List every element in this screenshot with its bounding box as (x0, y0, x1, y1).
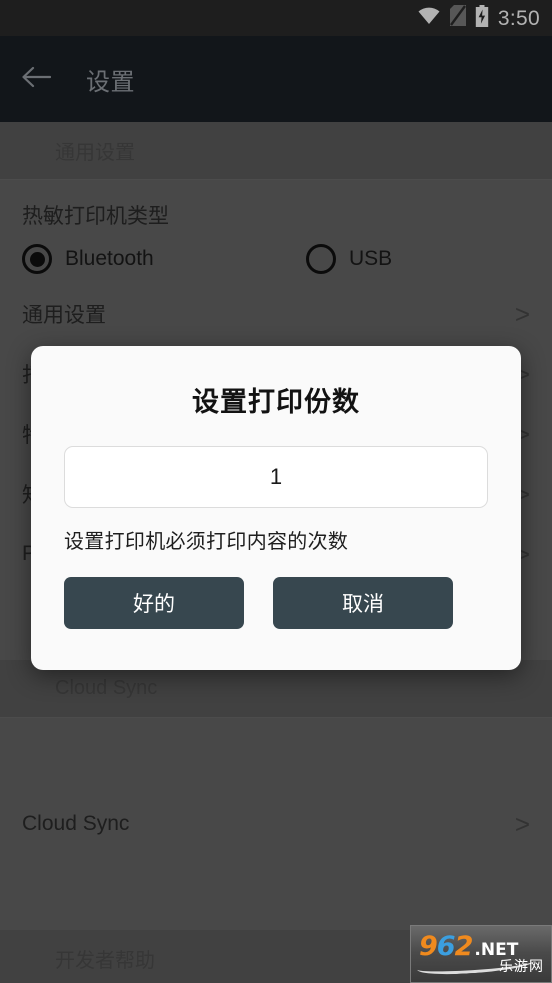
list-item-label: 通用设置 (22, 304, 106, 327)
radio-option-bluetooth[interactable]: Bluetooth (22, 244, 306, 274)
status-bar: 3:50 (0, 0, 552, 36)
list-item-label: Cloud Sync (22, 812, 130, 835)
list-item-cloud-sync[interactable]: Cloud Sync > (0, 794, 552, 854)
watermark-chinese: 乐游网 (499, 958, 544, 974)
app-screen: 3:50 设置 通用设置 热敏打印机类型 Bluetooth USB 通用设置 … (0, 0, 552, 983)
chevron-right-icon: > (514, 299, 530, 329)
watermark-logo: 9 6 2 .NET 乐游网 (410, 925, 552, 983)
app-bar: 设置 (0, 36, 552, 122)
printer-type-block: 热敏打印机类型 Bluetooth USB (0, 180, 552, 284)
radio-unselected-icon (306, 244, 336, 274)
dialog-title: 设置打印份数 (192, 387, 360, 417)
cancel-button[interactable]: 取消 (273, 577, 453, 629)
watermark-digit-9: 9 (419, 931, 438, 962)
printer-type-label: 热敏打印机类型 (22, 205, 169, 228)
status-bar-clock: 3:50 (497, 6, 540, 30)
wifi-icon (417, 7, 441, 30)
list-spacer-2 (0, 718, 552, 794)
back-button[interactable] (8, 51, 64, 107)
back-arrow-icon (21, 65, 52, 94)
page-title: 设置 (86, 68, 135, 96)
section-header-label: 开发者帮助 (55, 950, 155, 972)
chevron-right-icon: > (514, 809, 530, 839)
no-sim-icon (449, 5, 466, 31)
confirm-button[interactable]: 好的 (64, 577, 244, 629)
battery-charging-icon (475, 4, 489, 32)
dialog-actions: 好的 取消 (64, 577, 488, 629)
printer-type-radio-group: Bluetooth USB (22, 244, 530, 274)
list-item-general-settings[interactable]: 通用设置 > (0, 284, 552, 344)
copies-input[interactable] (64, 446, 488, 508)
list-spacer-3 (0, 854, 552, 930)
radio-label-usb: USB (349, 247, 393, 270)
section-header-label: 通用设置 (55, 142, 135, 164)
radio-label-bluetooth: Bluetooth (65, 247, 154, 270)
status-bar-icons (417, 4, 489, 32)
radio-selected-icon (22, 244, 52, 274)
dialog-message: 设置打印机必须打印内容的次数 (64, 531, 349, 553)
section-header-general: 通用设置 (0, 122, 552, 180)
section-header-label: Cloud Sync (55, 677, 158, 699)
radio-dot (29, 251, 45, 267)
print-copies-dialog: 设置打印份数 设置打印机必须打印内容的次数 好的 取消 (31, 346, 521, 670)
radio-option-usb[interactable]: USB (306, 244, 392, 274)
